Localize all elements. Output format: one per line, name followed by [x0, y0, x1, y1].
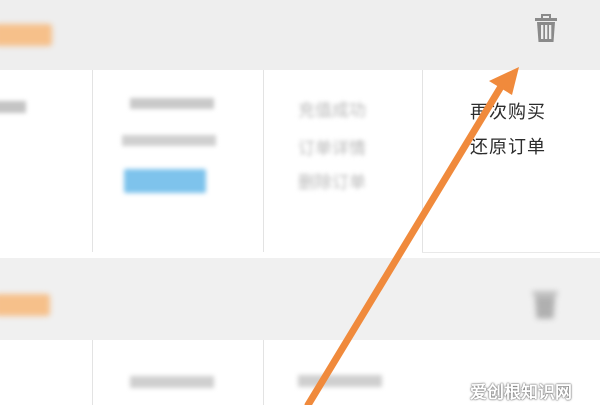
watermark-text: 爱创根知识网	[470, 383, 572, 403]
annotation-arrow	[304, 67, 519, 405]
